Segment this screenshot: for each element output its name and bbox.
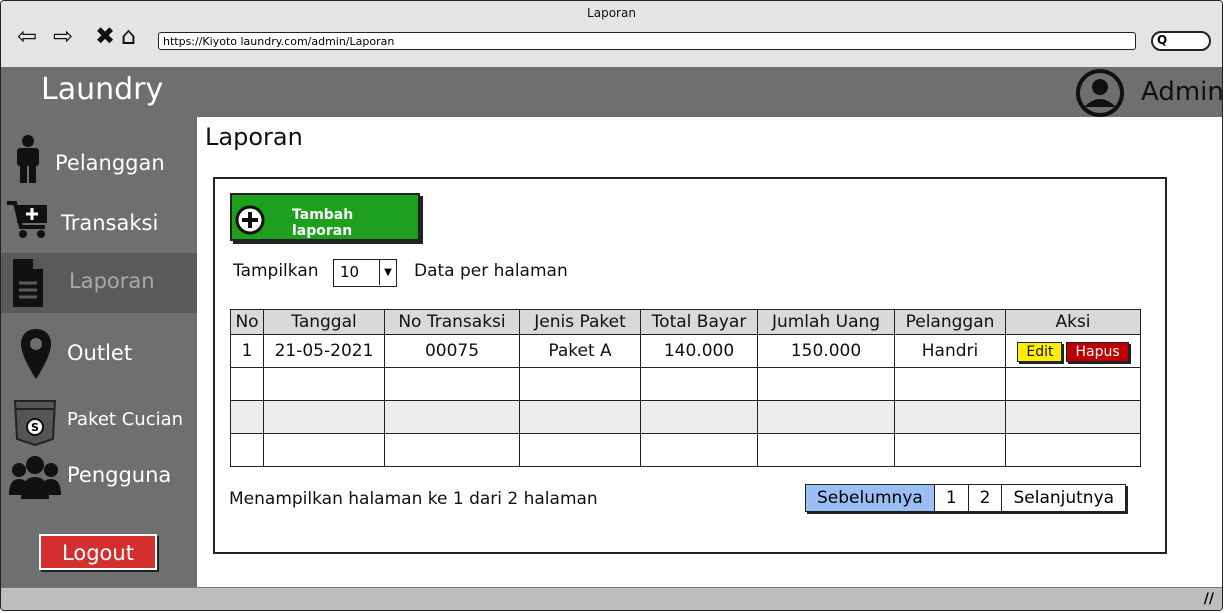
brand-title: Laundry [41, 72, 164, 107]
users-icon [9, 456, 61, 499]
col-header: Total Bayar [640, 309, 758, 335]
table-header-row: No Tanggal No Transaksi Jenis Paket Tota… [230, 309, 1141, 335]
close-icon[interactable]: ✖ [95, 23, 115, 49]
browser-window: Laporan ⇦ ⇨ ✖ ⌂ https://Kiyoto laundry.c… [0, 0, 1223, 611]
url-bar[interactable]: https://Kiyoto laundry.com/admin/Laporan [158, 32, 1136, 50]
col-header: No [230, 309, 264, 335]
page-title: Laporan [205, 123, 303, 151]
person-icon [17, 135, 39, 183]
search-icon: Q [1157, 33, 1168, 47]
col-header: Pelanggan [894, 309, 1006, 335]
page-1-button[interactable]: 1 [933, 485, 968, 511]
report-table: No Tanggal No Transaksi Jenis Paket Tota… [230, 309, 1141, 467]
document-icon [13, 259, 43, 307]
sidebar-item-label: Transaksi [61, 211, 159, 235]
col-header: Aksi [1005, 309, 1141, 335]
app-header: Laundry Admin [1, 67, 1222, 117]
col-header: No Transaksi [384, 309, 520, 335]
per-page-value: 10 [340, 263, 360, 281]
add-report-label: Tambah laporan [292, 207, 354, 239]
report-panel: Tambah laporan Tampilkan 10 ▼ Data per h… [213, 177, 1167, 554]
cell-amount: 150.000 [757, 334, 895, 368]
per-page-label: Data per halaman [414, 261, 568, 281]
delete-button[interactable]: Hapus [1066, 341, 1129, 362]
page-2-button[interactable]: 2 [967, 485, 1002, 511]
window-title: Laporan [587, 6, 636, 20]
cell-date: 21-05-2021 [263, 334, 385, 368]
show-label: Tampilkan [233, 261, 319, 281]
cell-customer: Handri [894, 334, 1006, 368]
avatar-icon[interactable] [1074, 69, 1126, 117]
col-header: Tanggal [263, 309, 385, 335]
cell-package: Paket A [519, 334, 641, 368]
resize-grip-icon[interactable]: // [1204, 591, 1214, 607]
table-row [230, 433, 1141, 467]
cell-actions: Edit Hapus [1005, 334, 1141, 368]
package-icon: S [13, 400, 57, 447]
sidebar-item-paket-cucian[interactable]: S Paket Cucian [1, 393, 197, 453]
chevron-down-icon[interactable]: ▼ [379, 260, 396, 285]
sidebar-item-label: Laporan [69, 269, 155, 293]
map-pin-icon [21, 329, 51, 379]
svg-text:S: S [31, 421, 39, 434]
sidebar-item-pengguna[interactable]: Pengguna [1, 451, 197, 511]
per-page-select[interactable]: 10 ▼ [333, 259, 397, 287]
cell-no: 1 [230, 334, 264, 368]
logout-button[interactable]: Logout [39, 534, 157, 570]
cart-icon [7, 201, 47, 238]
cell-total: 140.000 [640, 334, 758, 368]
plus-circle-icon [235, 205, 265, 235]
browser-titlebar: Laporan ⇦ ⇨ ✖ ⌂ https://Kiyoto laundry.c… [1, 1, 1222, 68]
sidebar-item-label: Pelanggan [55, 151, 165, 175]
sidebar-item-transaksi[interactable]: Transaksi [1, 193, 197, 253]
home-icon[interactable]: ⌂ [121, 23, 136, 49]
table-row: 1 21-05-2021 00075 Paket A 140.000 150.0… [230, 334, 1141, 368]
sidebar-item-label: Pengguna [67, 463, 172, 487]
pagination-info: Menampilkan halaman ke 1 dari 2 halaman [229, 489, 598, 509]
sidebar-item-pelanggan[interactable]: Pelanggan [1, 133, 197, 193]
next-page-button[interactable]: Selanjutnya [1001, 485, 1126, 511]
back-icon[interactable]: ⇦ [17, 23, 37, 49]
table-row [230, 400, 1141, 434]
sidebar-item-outlet[interactable]: Outlet [1, 321, 197, 381]
prev-page-button[interactable]: Sebelumnya [806, 485, 934, 511]
col-header: Jenis Paket [519, 309, 641, 335]
col-header: Jumlah Uang [757, 309, 895, 335]
sidebar-item-label: Outlet [67, 341, 133, 365]
table-row [230, 367, 1141, 401]
pagination: Sebelumnya 1 2 Selanjutnya [805, 484, 1127, 512]
sidebar: Pelanggan Transaksi Laporan Outlet S Pak… [1, 117, 197, 587]
edit-button[interactable]: Edit [1017, 341, 1063, 362]
cell-transaction-no: 00075 [384, 334, 520, 368]
sidebar-item-label: Paket Cucian [67, 409, 184, 430]
sidebar-item-laporan[interactable]: Laporan [1, 253, 197, 313]
search-box[interactable]: Q [1151, 31, 1211, 51]
add-report-button[interactable]: Tambah laporan [230, 193, 420, 241]
status-bar: // [1, 587, 1222, 610]
user-name: Admin [1141, 77, 1223, 107]
forward-icon[interactable]: ⇨ [53, 23, 73, 49]
